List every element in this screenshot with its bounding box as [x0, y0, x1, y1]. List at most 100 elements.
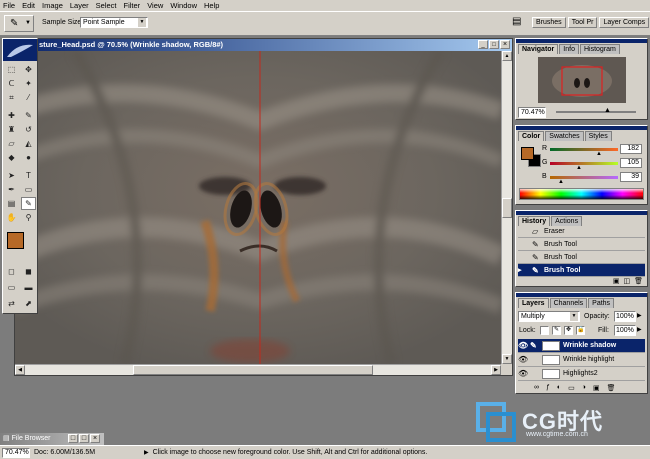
- shape-tool-icon[interactable]: ▭: [21, 183, 36, 196]
- trash-icon[interactable]: 🗑: [607, 384, 616, 392]
- menu-help[interactable]: Help: [204, 0, 219, 12]
- blue-slider-thumb-icon[interactable]: ▲: [558, 179, 564, 185]
- menu-window[interactable]: Window: [170, 0, 197, 12]
- magic-wand-tool-icon[interactable]: ✦: [21, 77, 36, 90]
- red-value-field[interactable]: 182: [620, 144, 642, 154]
- quick-mask-mode-icon[interactable]: ◼: [21, 265, 36, 278]
- sample-size-select[interactable]: Point Sample ▼: [80, 17, 148, 28]
- foreground-color-swatch[interactable]: [7, 232, 24, 249]
- new-snapshot-icon[interactable]: ◫: [623, 277, 630, 285]
- notes-tool-icon[interactable]: ▤: [4, 197, 19, 210]
- palette-well-icon[interactable]: ▤: [512, 16, 526, 30]
- path-selection-tool-icon[interactable]: ➤: [4, 169, 19, 182]
- history-item[interactable]: ✎ Brush Tool: [518, 251, 645, 264]
- navigator-zoom-slider[interactable]: [556, 111, 636, 113]
- palette-grip[interactable]: [516, 293, 647, 297]
- tab-navigator[interactable]: Navigator: [518, 44, 559, 54]
- green-value-field[interactable]: 105: [620, 158, 642, 168]
- color-fg-swatch[interactable]: [521, 147, 534, 160]
- maximize-button[interactable]: □: [489, 40, 499, 49]
- scroll-down-icon[interactable]: ▼: [502, 354, 512, 364]
- close-button[interactable]: ×: [500, 40, 510, 49]
- tab-layers[interactable]: Layers: [518, 298, 549, 308]
- brush-tool-icon[interactable]: ✎: [21, 109, 36, 122]
- layer-style-icon[interactable]: ƒ: [546, 384, 550, 392]
- visibility-eye-icon[interactable]: 👁: [518, 355, 530, 364]
- menu-file[interactable]: File: [3, 0, 15, 12]
- layer-row[interactable]: 👁 Highlights2: [518, 367, 645, 381]
- file-browser-window[interactable]: ▤ File Browser □ □ ×: [0, 433, 104, 445]
- well-layer-comps[interactable]: Layer Comps: [599, 17, 650, 28]
- lock-image-icon[interactable]: ✎: [552, 326, 561, 335]
- scroll-left-icon[interactable]: ◀: [15, 365, 25, 375]
- tab-channels[interactable]: Channels: [549, 298, 588, 308]
- scroll-up-icon[interactable]: ▲: [502, 51, 512, 61]
- type-tool-icon[interactable]: T: [21, 169, 36, 182]
- blue-value-field[interactable]: 39: [620, 172, 642, 182]
- link-layers-icon[interactable]: ∞: [534, 384, 539, 392]
- restore-button[interactable]: □: [68, 434, 78, 443]
- history-item[interactable]: ▱ Eraser: [518, 225, 645, 238]
- tab-info[interactable]: Info: [559, 44, 579, 54]
- horizontal-scroll-thumb[interactable]: [133, 365, 373, 375]
- lock-position-icon[interactable]: ✥: [564, 326, 573, 335]
- menu-filter[interactable]: Filter: [124, 0, 141, 12]
- palette-grip[interactable]: [516, 211, 647, 215]
- history-item-selected[interactable]: ▸ ✎ Brush Tool: [518, 264, 645, 277]
- clone-stamp-tool-icon[interactable]: ♜: [4, 123, 19, 136]
- lasso-tool-icon[interactable]: ᑕ: [4, 77, 19, 90]
- eyedropper-tool-icon[interactable]: ✎: [21, 197, 36, 210]
- tab-styles[interactable]: Styles: [584, 131, 612, 141]
- layer-set-icon[interactable]: ▭: [568, 384, 575, 392]
- healing-brush-tool-icon[interactable]: ✚: [4, 109, 19, 122]
- zoom-slider-thumb-icon[interactable]: ▲: [604, 107, 611, 114]
- new-document-icon[interactable]: ▣: [613, 277, 620, 285]
- minimize-button[interactable]: _: [478, 40, 488, 49]
- opacity-field[interactable]: 100%: [614, 311, 636, 322]
- imageready-icon[interactable]: ⬈: [21, 297, 36, 310]
- hand-tool-icon[interactable]: ✋: [4, 211, 19, 224]
- well-tool-presets[interactable]: Tool Pr: [567, 17, 598, 28]
- vertical-scroll-thumb[interactable]: [502, 198, 512, 218]
- navigator-zoom-field[interactable]: 70.47%: [518, 107, 546, 118]
- jump-to-imageready-icon[interactable]: ⇄: [4, 297, 19, 310]
- marquee-tool-icon[interactable]: ⬚: [4, 63, 19, 76]
- vertical-scrollbar[interactable]: ▲ ▼: [501, 51, 512, 364]
- menu-layer[interactable]: Layer: [70, 0, 89, 12]
- blur-tool-icon[interactable]: ◆: [4, 151, 19, 164]
- slice-tool-icon[interactable]: ⁄: [21, 91, 36, 104]
- menu-edit[interactable]: Edit: [22, 0, 35, 12]
- move-tool-icon[interactable]: ✥: [21, 63, 36, 76]
- zoom-tool-icon[interactable]: ⚲: [21, 211, 36, 224]
- trash-icon[interactable]: 🗑: [634, 277, 643, 285]
- close-button[interactable]: ×: [90, 434, 100, 443]
- tab-swatches[interactable]: Swatches: [545, 131, 584, 141]
- green-slider[interactable]: [550, 162, 618, 165]
- fullscreen-mode-icon[interactable]: ▬: [21, 281, 36, 294]
- menu-image[interactable]: Image: [42, 0, 63, 12]
- dodge-tool-icon[interactable]: ●: [21, 151, 36, 164]
- screen-mode-icon[interactable]: ▭: [4, 281, 19, 294]
- image-canvas[interactable]: [15, 51, 501, 364]
- red-slider-thumb-icon[interactable]: ▲: [596, 151, 602, 157]
- well-brushes[interactable]: Brushes: [532, 17, 566, 28]
- menu-view[interactable]: View: [147, 0, 163, 12]
- layer-row[interactable]: 👁 Wrinkle highlight: [518, 353, 645, 367]
- navigator-thumbnail[interactable]: [538, 57, 626, 103]
- tab-paths[interactable]: Paths: [588, 298, 615, 308]
- fill-field[interactable]: 100%: [614, 325, 636, 336]
- palette-grip[interactable]: [516, 126, 647, 130]
- standard-mode-icon[interactable]: ◻: [4, 265, 19, 278]
- lock-transparency-checkbox[interactable]: [540, 326, 549, 335]
- status-menu-icon[interactable]: ▶: [144, 449, 149, 456]
- chevron-right-icon[interactable]: ▶: [637, 312, 642, 319]
- layer-row-selected[interactable]: 👁 ✎ Wrinkle shadow: [518, 339, 645, 353]
- history-item[interactable]: ✎ Brush Tool: [518, 238, 645, 251]
- horizontal-scrollbar[interactable]: ◀ ▶: [15, 364, 501, 375]
- tab-histogram[interactable]: Histogram: [579, 44, 620, 54]
- visibility-eye-icon[interactable]: 👁: [518, 341, 530, 350]
- paint-bucket-tool-icon[interactable]: ◭: [21, 137, 36, 150]
- adjustment-layer-icon[interactable]: ◑: [582, 384, 586, 392]
- blend-mode-select[interactable]: Multiply ▼: [518, 311, 580, 322]
- maximize-button[interactable]: □: [79, 434, 89, 443]
